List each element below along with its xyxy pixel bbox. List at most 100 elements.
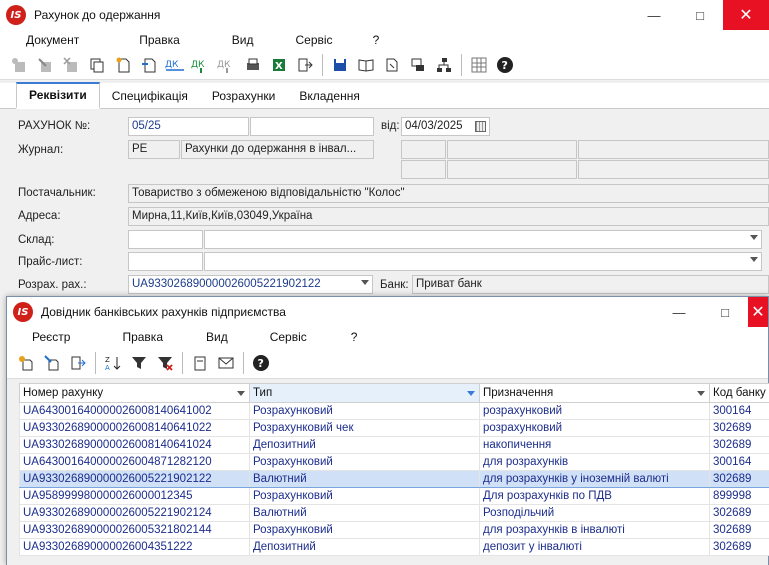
delete-icon[interactable] [58,52,84,78]
column-header-purpose[interactable]: Призначення [479,383,710,403]
warehouse-select[interactable] [204,230,762,249]
debit-credit-green-icon[interactable]: ДК [188,52,214,78]
exit-icon[interactable] [65,350,91,376]
invoice-suffix-field[interactable] [250,117,374,136]
main-tabs: Реквізити Специфікація Розрахунки Вкладе… [0,82,769,109]
tab-payments[interactable]: Розрахунки [200,85,287,108]
hierarchy-icon[interactable] [431,52,457,78]
menu-view[interactable]: Вид [232,33,254,47]
bank-field[interactable]: Приват банк [412,275,769,294]
journal-extra-field-2 [447,140,577,159]
card-icon[interactable] [187,350,213,376]
save-icon[interactable] [327,52,353,78]
tab-requisites[interactable]: Реквізити [16,82,100,109]
supplier-label: Постачальник: [18,187,96,199]
pricelist-code-field[interactable] [128,252,203,271]
close-button[interactable]: ✕ [723,0,769,30]
pricelist-label: Прайс-лист: [18,256,83,268]
menu-edit[interactable]: Правка [139,33,180,47]
copy-icon[interactable] [84,52,110,78]
journal-name-field[interactable]: Рахунки до одержання в інвал... [181,140,374,159]
cell-type: Розрахунковий [249,487,480,505]
invoice-number-field[interactable]: 05/25 [128,117,249,136]
mail-icon[interactable] [213,350,239,376]
chevron-down-icon[interactable] [750,235,758,240]
table-row[interactable]: UA933026890000026008140641024 Депозитний… [19,436,769,454]
table-row-selected[interactable]: UA933026890000026005221902122 Валютний д… [19,470,769,488]
cell-account-number: UA933026890000026004351222 [19,538,250,556]
table-row[interactable]: UA643001640000026008140641002 Розрахунко… [19,402,769,420]
table-row[interactable]: UA933026890000026004351222 Депозитний де… [19,538,769,556]
menu-service[interactable]: Сервіс [296,33,333,47]
dialog-menu-registry[interactable]: Реєстр [32,330,70,344]
debit-credit-disabled-icon[interactable]: ДК [214,52,240,78]
book-icon[interactable] [353,52,379,78]
journal-code-field[interactable]: РЕ [128,140,180,159]
bank-accounts-dialog: IS Довідник банківських рахунків підприє… [6,296,769,565]
link-icon[interactable] [405,52,431,78]
help-icon[interactable]: ? [248,350,274,376]
filter-icon[interactable] [126,350,152,376]
warehouse-code-field[interactable] [128,230,203,249]
dialog-close-button[interactable]: ✕ [748,297,768,327]
exit-icon[interactable] [292,52,318,78]
table-row[interactable]: UA933026890000026005221902124 Валютний Р… [19,504,769,522]
clear-filter-icon[interactable] [152,350,178,376]
new-document-icon[interactable] [110,52,136,78]
print-icon[interactable] [240,52,266,78]
dialog-maximize-button[interactable]: □ [702,297,748,327]
date-label: від: [381,120,400,132]
table-row[interactable]: UA958999980000026000012345 Розрахунковий… [19,487,769,505]
chevron-down-icon[interactable] [467,391,475,396]
cell-bank-code: 300164 [709,402,769,420]
chevron-down-icon[interactable] [750,257,758,262]
chevron-down-icon[interactable] [361,280,369,285]
add-record-icon[interactable] [13,350,39,376]
help-icon[interactable]: ? [492,52,518,78]
dialog-minimize-button[interactable]: — [656,297,702,327]
cell-type: Валютний [249,504,480,522]
edit-record-icon[interactable] [39,350,65,376]
dialog-menu-view[interactable]: Вид [206,330,228,344]
svg-text:?: ? [502,59,508,72]
menu-help[interactable]: ? [373,33,380,47]
minimize-button[interactable]: — [631,0,677,30]
column-header-type[interactable]: Тип [249,383,480,403]
calendar-icon[interactable] [475,121,486,132]
journal-extra-field-4 [401,160,446,179]
grid-icon[interactable] [466,52,492,78]
pricelist-select[interactable] [204,252,762,271]
tab-specification[interactable]: Специфікація [100,85,200,108]
table-row[interactable]: UA933026890000026005321802144 Розрахунко… [19,521,769,539]
table-row[interactable]: UA933026890000026008140641022 Розрахунко… [19,419,769,437]
column-header-account-number[interactable]: Номер рахунку [19,383,250,403]
maximize-button[interactable]: □ [677,0,723,30]
attach-document-icon[interactable] [379,52,405,78]
menu-document[interactable]: Документ [26,33,79,47]
add-icon[interactable] [6,52,32,78]
sort-az-icon[interactable]: ZA [100,350,126,376]
chevron-down-icon[interactable] [697,391,705,396]
table-row[interactable]: UA643001640000026004871282120 Розрахунко… [19,453,769,471]
form-area: РАХУНОК №: 05/25 від: 04/03/2025 Журнал:… [0,110,769,300]
account-select[interactable]: UA933026890000026005221902122 [128,275,373,294]
tab-attachments[interactable]: Вкладення [287,85,372,108]
supplier-field[interactable]: Товариство з обмеженою відповідальністю … [128,184,769,203]
chevron-down-icon[interactable] [237,391,245,396]
import-document-icon[interactable] [136,52,162,78]
dialog-menu-service[interactable]: Сервіс [270,330,307,344]
address-field[interactable]: Мирна,11,Київ,Київ,03049,Україна [128,207,769,226]
dialog-menu-edit[interactable]: Правка [122,330,163,344]
svg-text:ДК: ДК [165,60,179,70]
column-header-bank-code[interactable]: Код банку [709,383,769,403]
debit-credit-icon[interactable]: ДК [162,52,188,78]
cell-type: Депозитний [249,436,480,454]
edit-icon[interactable] [32,52,58,78]
dialog-titlebar: IS Довідник банківських рахунків підприє… [7,297,768,327]
main-menubar: Документ Правка Вид Сервіс ? [0,30,769,50]
excel-export-icon[interactable]: X [266,52,292,78]
dialog-menu-help[interactable]: ? [351,330,358,344]
main-toolbar: ДК ДК ДК X ? [0,50,769,80]
date-field[interactable]: 04/03/2025 [401,117,490,136]
cell-purpose: для розрахунків [479,453,710,471]
